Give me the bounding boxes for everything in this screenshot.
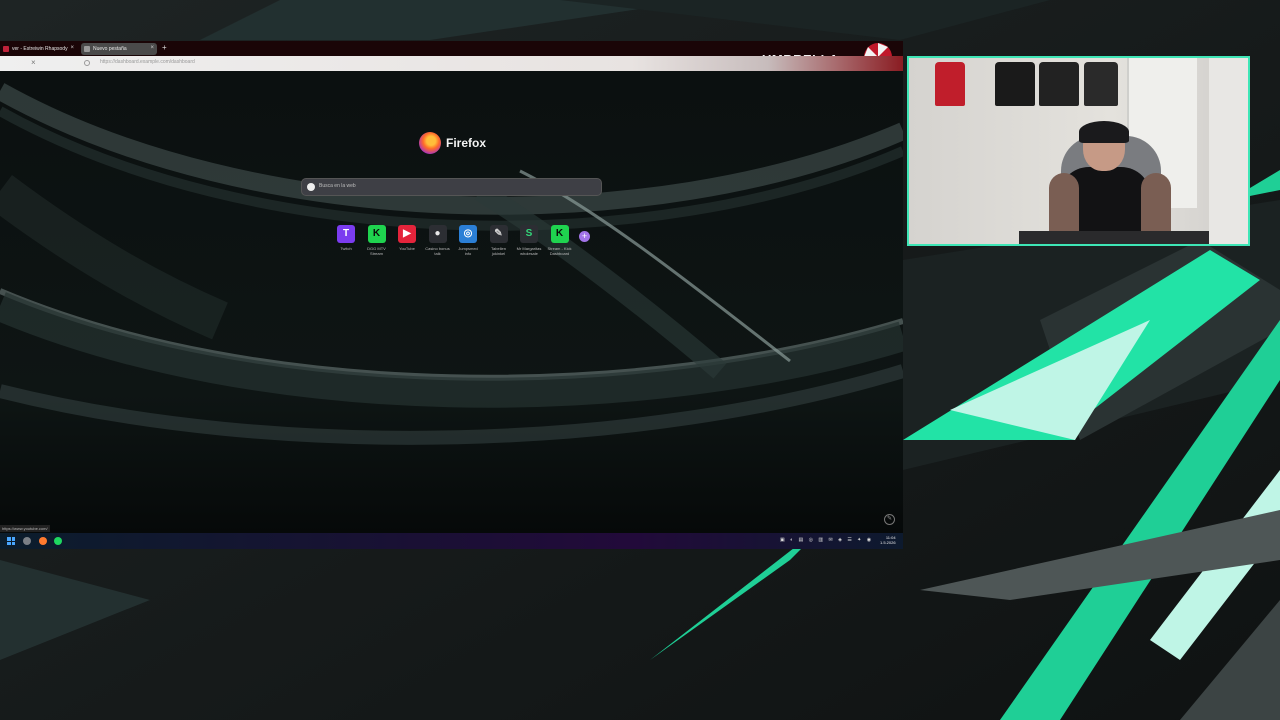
google-icon (307, 183, 315, 191)
hanging-shirt (1039, 62, 1079, 106)
shortcut-label: Casino bonus talk (425, 246, 450, 256)
tab-new[interactable]: Nuevo pestaña × (81, 43, 157, 55)
shortcut-label: Mr Margaritas wholesale (516, 246, 542, 256)
hanging-shirt (995, 62, 1035, 106)
shortcut-label: Jumpsmed info (458, 246, 478, 256)
address-bar[interactable]: https://dashboard.example.com/dashboard (84, 59, 724, 68)
new-tab-page: Firefox Busca en la web T Twitch K DGG MTV … (0, 71, 903, 533)
taskbar-clock[interactable]: 11:04 1.5.2026 (880, 535, 896, 545)
shortcut-tile[interactable]: ▶ YouTube (394, 225, 420, 251)
clock-date: 1.5.2026 (880, 540, 896, 545)
shortcut-tile[interactable]: K Stream - Kick Dashboard (547, 225, 573, 256)
shortcut-tile[interactable]: ✎ Tabellen jokinkel (486, 225, 512, 256)
feather-icon: ✎ (489, 225, 508, 243)
desk (1019, 231, 1209, 244)
firefox-wordmark: Firefox (446, 136, 487, 150)
stake-icon: S (520, 225, 538, 243)
add-shortcut-button[interactable]: + (579, 231, 590, 242)
close-icon[interactable]: × (70, 45, 74, 51)
casino-icon: ● (428, 225, 447, 243)
kick-icon: K (550, 225, 569, 243)
system-tray[interactable]: ▣ ◐ ▤ ◎ ▥ ✉ ◈ ☰ ✦ ◉ (780, 537, 873, 543)
taskbar: ▣ ◐ ▤ ◎ ▥ ✉ ◈ ☰ ✦ ◉ 11:04 1.5.2026 (0, 533, 903, 549)
tab-title: ver - Estreiwin Rhapsody (12, 46, 68, 52)
stream-layout: ver - Estreiwin Rhapsody × Nuevo pestaña… (0, 0, 1280, 720)
search-input[interactable]: Busca en la web (302, 179, 601, 195)
shortcut-tile[interactable]: K DGG MTV Stream (364, 225, 390, 256)
new-tab-button[interactable]: + (162, 43, 167, 52)
twitch-icon: T (337, 225, 355, 243)
spotify-icon[interactable] (54, 537, 62, 545)
hanging-shirt (1084, 62, 1118, 106)
shortcut-label: DGG MTV Stream (367, 246, 386, 256)
settings-icon[interactable] (23, 537, 31, 545)
streamer-cap (1079, 121, 1129, 143)
link-status: https://www.youtube.com/ (0, 525, 50, 532)
shortcut-label: Stream - Kick Dashboard (547, 246, 572, 256)
tab-stream[interactable]: ver - Estreiwin Rhapsody × (0, 43, 77, 55)
kick-icon: K (367, 225, 386, 243)
shortcut-tile[interactable]: T Twitch (333, 225, 359, 251)
wall-side (1209, 58, 1248, 244)
close-icon[interactable]: × (150, 45, 154, 51)
navigation-bar: × https://dashboard.example.com/dashboar… (0, 56, 903, 71)
windows-start-icon[interactable] (7, 537, 15, 545)
youtube-icon: ▶ (398, 225, 416, 243)
shortcut-label: Tabellen jokinkel (491, 246, 506, 256)
shortcut-tile[interactable]: S Mr Margaritas wholesale (516, 225, 542, 256)
browser-window: ver - Estreiwin Rhapsody × Nuevo pestaña… (0, 41, 903, 549)
webcam-feed (907, 56, 1250, 246)
shortcut-tile[interactable]: ● Casino bonus talk (425, 225, 451, 256)
shortcut-tile[interactable]: ◎ Jumpsmed info (455, 225, 481, 256)
firefox-logo-icon (419, 132, 441, 154)
tab-favicon (84, 46, 90, 52)
search-placeholder: Busca en la web (319, 183, 356, 189)
tab-favicon (3, 46, 9, 52)
firefox-taskbar-icon[interactable] (39, 537, 47, 545)
tab-title: Nuevo pestaña (93, 46, 127, 52)
hanging-shirt (935, 62, 965, 106)
browser-icon: ◎ (459, 225, 477, 243)
close-icon[interactable]: × (31, 58, 36, 67)
shortcut-label: Twitch (340, 246, 352, 251)
customize-icon[interactable]: ✎ (884, 514, 895, 525)
shortcut-label: YouTube (399, 246, 415, 251)
streamer (1035, 121, 1175, 244)
